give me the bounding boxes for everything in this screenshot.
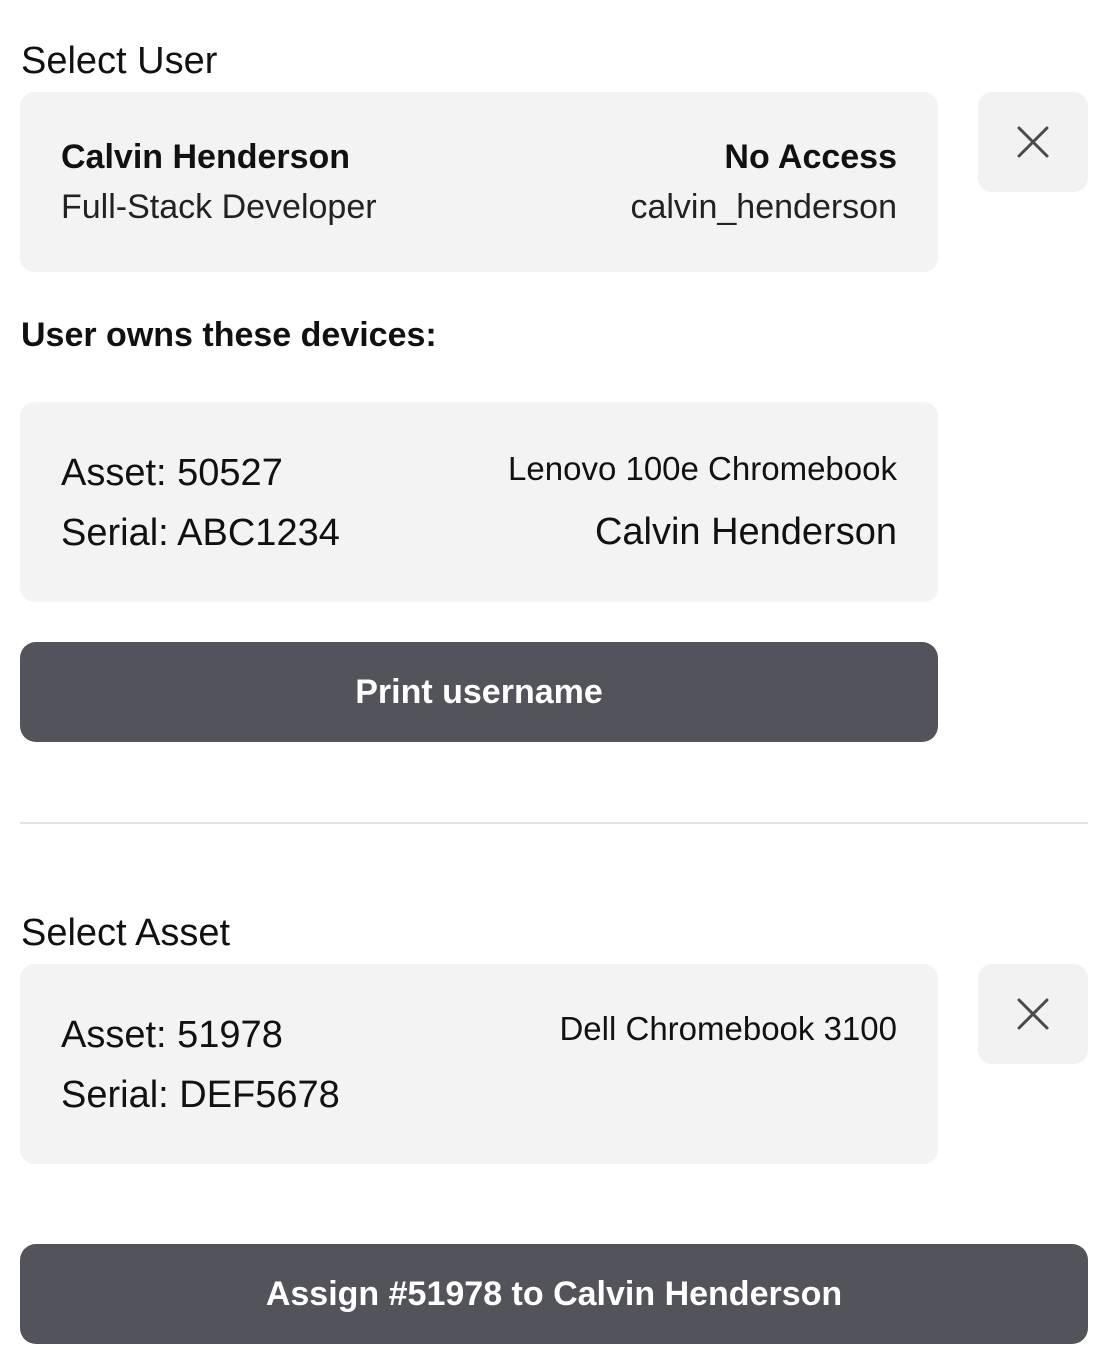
- selected-asset-card[interactable]: Asset: 51978 Serial: DEF5678 Dell Chrome…: [20, 964, 938, 1164]
- asset-serial: Serial: DEF5678: [61, 1074, 340, 1116]
- asset-model: Dell Chromebook 3100: [559, 1010, 897, 1047]
- device-owner: Calvin Henderson: [594, 511, 897, 553]
- print-username-button[interactable]: Print username: [20, 642, 938, 742]
- device-serial: Serial: ABC1234: [61, 512, 340, 554]
- select-user-label: Select User: [21, 40, 218, 82]
- clear-user-button[interactable]: [978, 92, 1088, 192]
- close-icon: [1017, 998, 1049, 1030]
- device-asset: Asset: 50527: [61, 452, 283, 494]
- user-name: Calvin Henderson: [61, 138, 351, 176]
- asset-number: Asset: 51978: [61, 1014, 283, 1056]
- user-username: calvin_henderson: [630, 188, 897, 226]
- device-model: Lenovo 100e Chromebook: [508, 450, 897, 487]
- assign-asset-button[interactable]: Assign #51978 to Calvin Henderson: [20, 1244, 1088, 1344]
- section-divider: [20, 822, 1088, 824]
- select-asset-label: Select Asset: [21, 912, 231, 954]
- clear-asset-button[interactable]: [978, 964, 1088, 1064]
- user-title: Full-Stack Developer: [61, 188, 377, 226]
- device-card[interactable]: Asset: 50527 Serial: ABC1234 Lenovo 100e…: [20, 402, 938, 602]
- devices-heading: User owns these devices:: [21, 316, 437, 354]
- user-access-status: No Access: [724, 138, 897, 176]
- close-icon: [1017, 126, 1049, 158]
- selected-user-card[interactable]: Calvin Henderson Full-Stack Developer No…: [20, 92, 938, 272]
